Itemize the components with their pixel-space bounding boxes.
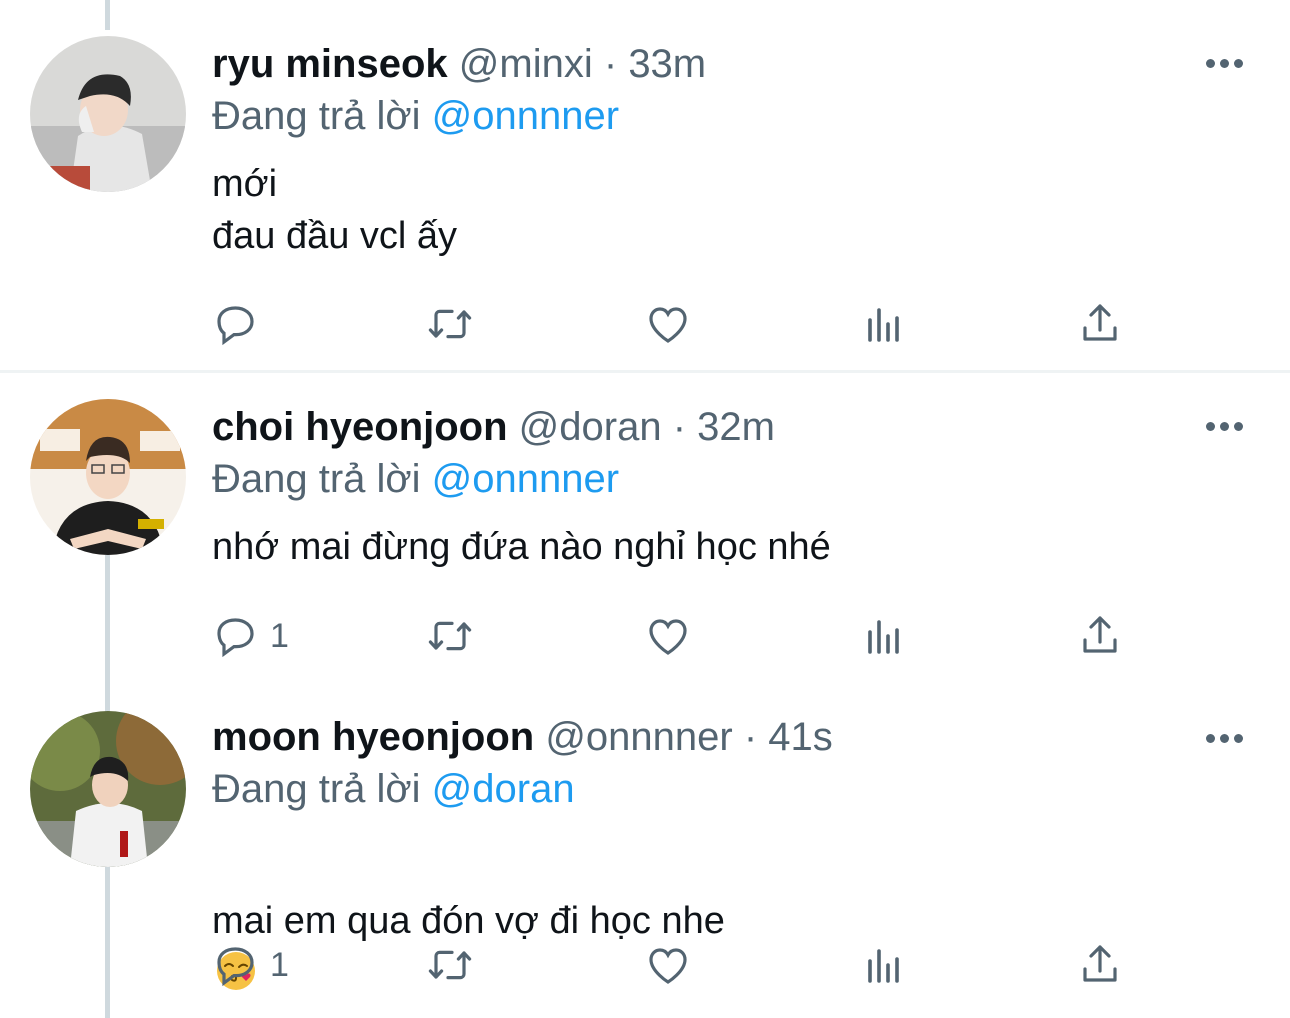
share-icon bbox=[1083, 616, 1117, 653]
tweet-actions: 1 bbox=[212, 610, 1152, 662]
retweet-button[interactable] bbox=[426, 298, 474, 350]
retweet-icon bbox=[428, 309, 472, 339]
more-icon-dot bbox=[1220, 733, 1229, 743]
display-name[interactable]: ryu minseok bbox=[212, 42, 448, 86]
share-icon bbox=[1083, 304, 1117, 341]
reply-icon bbox=[217, 306, 254, 346]
tweet-header: ryu minseok @minxi · 33m bbox=[212, 40, 1250, 88]
avatar[interactable] bbox=[30, 711, 186, 867]
replying-to-label: Đang trả lời bbox=[212, 767, 421, 811]
tweet-2[interactable]: choi hyeonjoon @doran · 32m Đang trả lời… bbox=[0, 373, 1290, 683]
more-icon-dot bbox=[1220, 421, 1229, 431]
more-icon bbox=[1206, 421, 1215, 431]
tweet-3[interactable]: moon hyeonjoon @onnnner · 41s Đang trả l… bbox=[0, 683, 1290, 1018]
handle[interactable]: @minxi bbox=[459, 42, 593, 86]
retweet-button[interactable] bbox=[426, 610, 474, 662]
replying-to: Đang trả lời @doran bbox=[212, 765, 1250, 813]
replying-to-label: Đang trả lời bbox=[212, 457, 421, 501]
analytics-button[interactable] bbox=[860, 298, 908, 350]
share-button[interactable] bbox=[1076, 610, 1124, 662]
replying-to: Đang trả lời @onnnner bbox=[212, 455, 1250, 503]
more-options-button[interactable] bbox=[1206, 416, 1246, 436]
avatar-image bbox=[30, 711, 186, 867]
share-button[interactable] bbox=[1076, 939, 1124, 991]
tweet-header: moon hyeonjoon @onnnner · 41s bbox=[212, 713, 1250, 761]
more-options-button[interactable] bbox=[1206, 53, 1246, 73]
analytics-icon bbox=[868, 620, 899, 654]
timestamp[interactable]: 41s bbox=[768, 715, 833, 759]
more-options-button[interactable] bbox=[1206, 728, 1246, 748]
retweet-button[interactable] bbox=[426, 939, 474, 991]
like-button[interactable] bbox=[644, 610, 692, 662]
avatar-image bbox=[30, 36, 186, 192]
reply-mention[interactable]: @onnnner bbox=[432, 457, 619, 501]
replying-to-label: Đang trả lời bbox=[212, 94, 421, 138]
share-button[interactable] bbox=[1076, 298, 1124, 350]
replying-to: Đang trả lời @onnnner bbox=[212, 92, 1250, 140]
display-name[interactable]: choi hyeonjoon bbox=[212, 405, 508, 449]
more-icon-dot bbox=[1220, 58, 1229, 68]
heart-icon bbox=[649, 307, 687, 343]
more-icon bbox=[1206, 733, 1215, 743]
reply-mention[interactable]: @doran bbox=[432, 767, 575, 811]
handle[interactable]: @doran bbox=[519, 405, 662, 449]
tweet-text: mới đau đầu vcl ấy bbox=[212, 163, 458, 257]
avatar-image bbox=[30, 399, 186, 555]
tweet-actions: 1 bbox=[212, 939, 1152, 991]
more-icon-dot bbox=[1234, 733, 1243, 743]
more-icon-dot bbox=[1234, 58, 1243, 68]
reply-mention[interactable]: @onnnner bbox=[432, 94, 619, 138]
retweet-icon bbox=[428, 621, 472, 651]
reply-button[interactable] bbox=[212, 298, 270, 350]
avatar[interactable] bbox=[30, 399, 186, 555]
reply-icon bbox=[217, 618, 254, 658]
handle[interactable]: @onnnner bbox=[545, 715, 732, 759]
reply-count: 1 bbox=[270, 616, 289, 655]
more-icon-dot bbox=[1234, 421, 1243, 431]
analytics-button[interactable] bbox=[860, 939, 908, 991]
avatar[interactable] bbox=[30, 36, 186, 192]
separator: · bbox=[743, 715, 758, 759]
heart-icon bbox=[649, 948, 687, 984]
like-button[interactable] bbox=[644, 298, 692, 350]
timestamp[interactable]: 32m bbox=[697, 405, 775, 449]
tweet-text: mai em qua đón vợ đi học nhe bbox=[212, 900, 725, 942]
reply-count: 1 bbox=[270, 945, 289, 984]
display-name[interactable]: moon hyeonjoon bbox=[212, 715, 534, 759]
tweet-actions bbox=[212, 298, 1152, 350]
tweet-1[interactable]: ryu minseok @minxi · 33m Đang trả lời @o… bbox=[0, 0, 1290, 370]
reply-icon bbox=[217, 947, 254, 987]
like-button[interactable] bbox=[644, 939, 692, 991]
analytics-icon bbox=[868, 308, 899, 342]
analytics-icon bbox=[868, 949, 899, 983]
reply-button[interactable]: 1 bbox=[212, 939, 289, 991]
retweet-icon bbox=[428, 950, 472, 980]
share-icon bbox=[1083, 945, 1117, 982]
heart-icon bbox=[649, 619, 687, 655]
timestamp[interactable]: 33m bbox=[628, 42, 706, 86]
reply-button[interactable]: 1 bbox=[212, 610, 289, 662]
analytics-button[interactable] bbox=[860, 610, 908, 662]
separator: · bbox=[603, 42, 618, 86]
more-icon bbox=[1206, 58, 1215, 68]
separator: · bbox=[672, 405, 687, 449]
tweet-text: nhớ mai đừng đứa nào nghỉ học nhé bbox=[212, 526, 831, 568]
tweet-header: choi hyeonjoon @doran · 32m bbox=[212, 403, 1250, 451]
